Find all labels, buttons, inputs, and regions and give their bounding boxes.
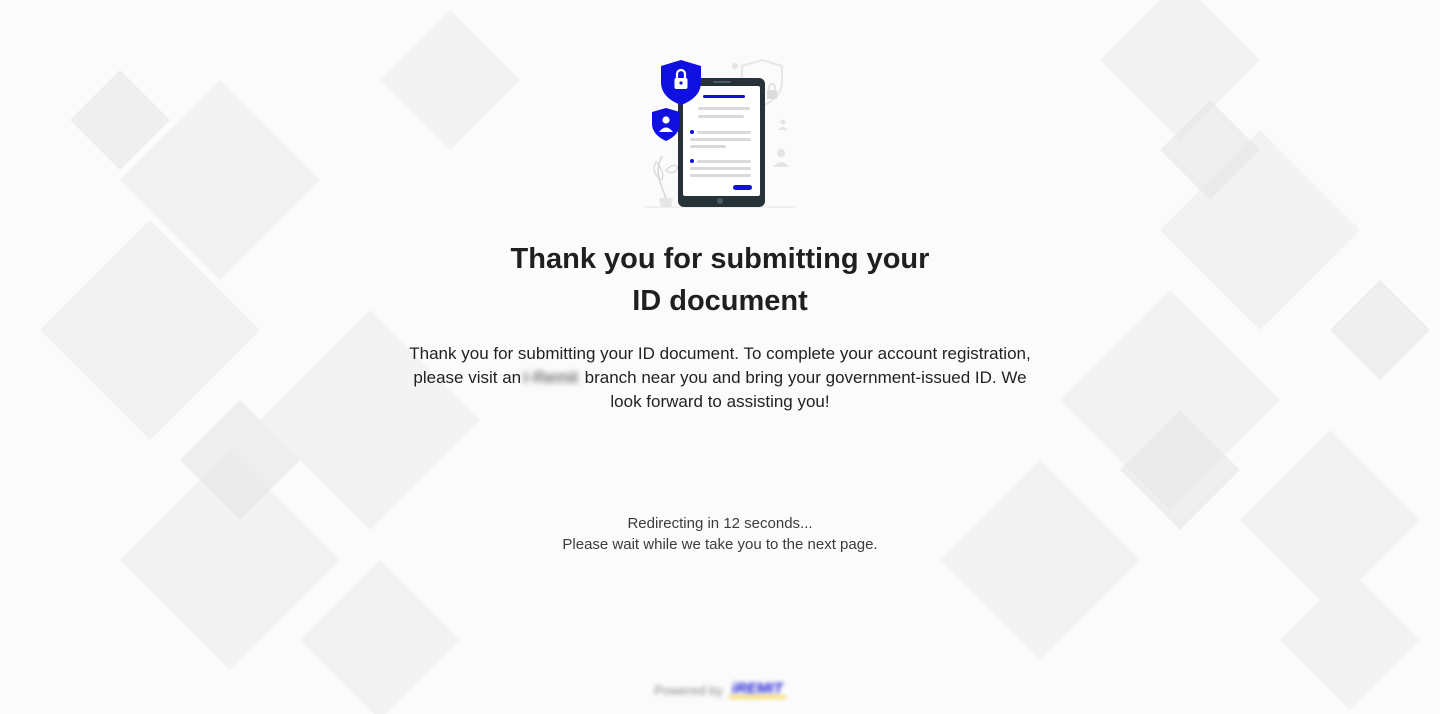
powered-by-label: Powered by [654, 682, 723, 698]
phone-document-icon [644, 58, 796, 208]
page-title-line-2: ID document [632, 285, 808, 317]
confirmation-message: Thank you for submitting your ID documen… [400, 342, 1040, 414]
brand-logo: iREMIT [728, 681, 786, 698]
message-text-end: branch near you and bring your governmen… [579, 368, 1027, 411]
user-shield-icon [652, 108, 680, 141]
redacted-brand-name: I-Remit [523, 368, 578, 387]
page-title-line-1: Thank you for submitting your [510, 243, 930, 275]
redirect-countdown: Redirecting in 12 seconds... [627, 515, 813, 532]
confirmation-panel: Thank you for submitting your ID documen… [0, 0, 1440, 714]
page-title: Thank you for submitting your ID documen… [460, 238, 980, 322]
redirect-wait-note: Please wait while we take you to the nex… [562, 536, 878, 553]
powered-by-footer: Powered by iREMIT [0, 681, 1440, 698]
redirect-notice: Redirecting in 12 seconds... Please wait… [562, 513, 877, 555]
